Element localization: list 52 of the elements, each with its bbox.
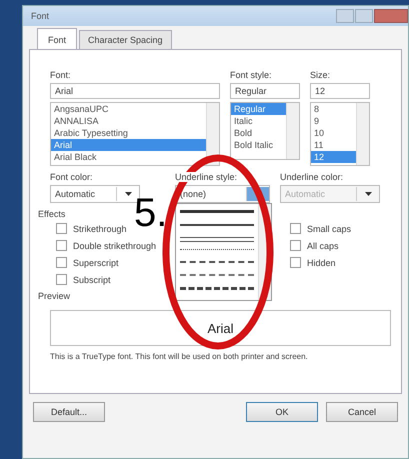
maximize-button[interactable] bbox=[355, 9, 373, 23]
checkbox[interactable] bbox=[56, 257, 67, 268]
field-label: Underline style: bbox=[175, 172, 238, 182]
close-button[interactable] bbox=[374, 9, 408, 23]
field-label: Size: bbox=[310, 70, 332, 80]
checkbox[interactable] bbox=[290, 257, 301, 268]
field-label: Font color: bbox=[50, 172, 94, 182]
list-item[interactable]: ANNALISA bbox=[51, 115, 206, 127]
checkbox[interactable] bbox=[290, 223, 301, 234]
checkbox-label: Small caps bbox=[306, 224, 351, 234]
checkbox-label: Superscript bbox=[73, 258, 119, 268]
font-description: This is a TrueType font. This font will be used on both printer and screen. bbox=[50, 352, 309, 361]
section-label: Effects bbox=[38, 209, 66, 219]
section-label: Preview bbox=[38, 291, 70, 301]
list-item[interactable]: 8 bbox=[311, 103, 356, 115]
text-field[interactable]: Regular bbox=[230, 83, 300, 99]
scrollbar[interactable] bbox=[286, 103, 299, 159]
caret-icon bbox=[124, 192, 132, 196]
cancel-button[interactable]: Cancel bbox=[326, 402, 398, 422]
list-item[interactable]: 11 bbox=[311, 139, 356, 151]
field-label: Underline color: bbox=[280, 172, 344, 182]
caret-icon bbox=[364, 192, 372, 196]
scrollbar[interactable] bbox=[356, 103, 369, 165]
tab[interactable]: Font bbox=[37, 28, 78, 49]
field-label: Font style: bbox=[230, 70, 273, 80]
checkbox[interactable] bbox=[56, 223, 67, 234]
list-item[interactable]: Bold bbox=[231, 127, 286, 139]
list-item[interactable]: Arabic Typesetting bbox=[51, 127, 206, 139]
checkbox[interactable] bbox=[290, 240, 301, 251]
list-item[interactable]: 10 bbox=[311, 127, 356, 139]
text-field[interactable]: 12 bbox=[310, 83, 370, 99]
minimize-button[interactable] bbox=[336, 9, 354, 23]
list-item[interactable]: Italic bbox=[231, 115, 286, 127]
checkbox[interactable] bbox=[56, 240, 67, 251]
preview-text: Arial bbox=[207, 320, 234, 336]
checkbox[interactable] bbox=[56, 274, 67, 285]
list-item[interactable]: Arial Black bbox=[51, 151, 206, 163]
tab[interactable]: Character Spacing bbox=[79, 30, 172, 49]
text-field[interactable]: Arial bbox=[50, 83, 220, 99]
list-item[interactable]: AngsanaUPC bbox=[51, 103, 206, 115]
checkbox-label: Subscript bbox=[73, 274, 111, 284]
list-item[interactable]: Bold Italic bbox=[231, 139, 286, 151]
checkbox-label: All caps bbox=[306, 240, 338, 250]
default-button[interactable]: Default... bbox=[33, 402, 105, 422]
field-label: Font: bbox=[50, 70, 72, 80]
list-item[interactable]: 9 bbox=[311, 115, 356, 127]
line-style-option[interactable] bbox=[180, 236, 254, 242]
ok-button[interactable]: OK bbox=[246, 402, 318, 422]
checkbox-label: Double strikethrough bbox=[73, 240, 156, 250]
window-title: Font bbox=[31, 11, 50, 21]
checkbox-label: Strikethrough bbox=[73, 224, 127, 234]
checkbox-label: Hidden bbox=[306, 258, 336, 268]
